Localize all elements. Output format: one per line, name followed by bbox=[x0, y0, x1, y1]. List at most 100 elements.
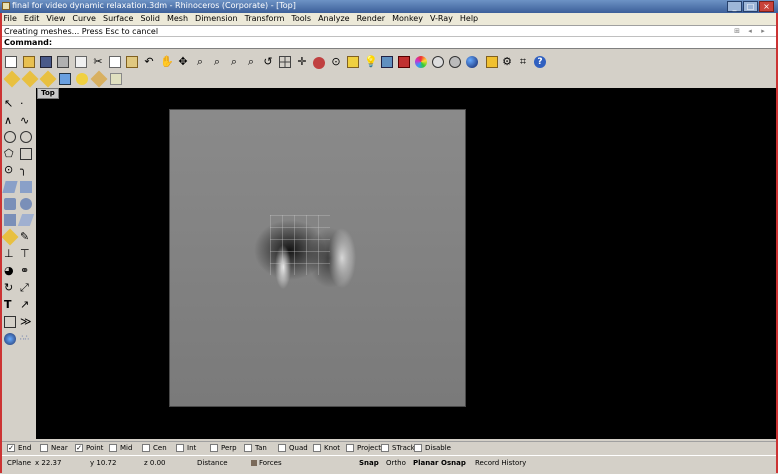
osnap-near-checkbox[interactable] bbox=[40, 444, 48, 452]
box-icon[interactable] bbox=[4, 198, 16, 210]
osnap-knot[interactable]: Knot bbox=[313, 444, 340, 452]
render-globe-icon[interactable] bbox=[4, 333, 16, 345]
point-icon[interactable]: · bbox=[20, 98, 32, 110]
rotate-icon[interactable]: ↻ bbox=[4, 282, 16, 294]
snap-icon[interactable]: ⊙ bbox=[330, 56, 342, 68]
edit-points-icon[interactable]: ✎ bbox=[20, 231, 32, 243]
osnap-mid-checkbox[interactable] bbox=[109, 444, 117, 452]
menu-curve[interactable]: Curve bbox=[69, 13, 100, 25]
zoom-selected-icon[interactable]: ⌕ bbox=[245, 56, 257, 68]
vray-frame-buffer-icon[interactable] bbox=[59, 73, 71, 85]
osnap-knot-checkbox[interactable] bbox=[313, 444, 321, 452]
group-icon[interactable]: ◕ bbox=[4, 265, 16, 277]
osnap-project-checkbox[interactable] bbox=[346, 444, 354, 452]
save-icon[interactable] bbox=[40, 56, 52, 68]
layer-icon[interactable] bbox=[381, 56, 393, 68]
cplane-label[interactable]: CPlane bbox=[7, 459, 31, 467]
menu-solid[interactable]: Solid bbox=[137, 13, 164, 25]
menu-view[interactable]: View bbox=[43, 13, 69, 25]
pin-icon[interactable]: ⊞ bbox=[732, 27, 742, 35]
osnap-mid[interactable]: Mid bbox=[109, 444, 132, 452]
osnap-point-checkbox[interactable]: ✓ bbox=[75, 444, 83, 452]
plugin-gears-icon[interactable]: ⚙ bbox=[501, 56, 513, 68]
boolean-icon[interactable]: ⚭ bbox=[20, 265, 32, 277]
color-wheel-icon[interactable] bbox=[415, 56, 427, 68]
extrude-icon[interactable] bbox=[4, 214, 16, 226]
current-layer[interactable]: Forces bbox=[251, 459, 282, 467]
viewport-title-tab[interactable]: Top bbox=[37, 88, 59, 99]
globe-render-icon[interactable] bbox=[466, 56, 478, 68]
osnap-point[interactable]: ✓ Point bbox=[75, 444, 103, 452]
open-folder-icon[interactable] bbox=[23, 56, 35, 68]
undo-icon[interactable]: ↶ bbox=[143, 56, 155, 68]
osnap-end[interactable]: ✓ End bbox=[7, 444, 31, 452]
offset-icon[interactable]: ⊙ bbox=[4, 164, 16, 176]
export-icon[interactable] bbox=[75, 56, 87, 68]
new-file-icon[interactable] bbox=[5, 56, 17, 68]
scale-icon[interactable]: ⤢ bbox=[20, 282, 32, 294]
cut-icon[interactable]: ✂ bbox=[92, 56, 104, 68]
select-icon[interactable] bbox=[347, 56, 359, 68]
pan-hand-icon[interactable]: ✋ bbox=[160, 56, 174, 68]
chevron-right-icon[interactable]: ▸ bbox=[758, 27, 768, 35]
circle-icon[interactable] bbox=[4, 131, 16, 143]
loft-icon[interactable] bbox=[20, 181, 32, 193]
title-bar[interactable]: final for video dynamic relaxation.3dm -… bbox=[0, 0, 778, 13]
maximize-button[interactable]: □ bbox=[743, 1, 758, 12]
mesh-surface[interactable] bbox=[169, 109, 466, 407]
plane-icon[interactable] bbox=[17, 214, 35, 226]
osnap-toggle[interactable]: Osnap bbox=[441, 459, 466, 467]
minimize-button[interactable]: _ bbox=[727, 1, 742, 12]
osnap-quad[interactable]: Quad bbox=[278, 444, 308, 452]
osnap-end-checkbox[interactable]: ✓ bbox=[7, 444, 15, 452]
osnap-tan-checkbox[interactable] bbox=[244, 444, 252, 452]
menu-render[interactable]: Render bbox=[353, 13, 388, 25]
vray-render-icon[interactable] bbox=[21, 70, 39, 88]
zoom-extents-icon[interactable]: ⌕ bbox=[228, 56, 240, 68]
zoom-icon[interactable]: ⌕ bbox=[194, 56, 206, 68]
text-icon[interactable]: T bbox=[4, 299, 16, 311]
options-icon[interactable] bbox=[486, 56, 498, 68]
osnap-disable[interactable]: Disable bbox=[414, 444, 451, 452]
vray-proxy-icon[interactable] bbox=[110, 73, 122, 85]
split-icon[interactable]: ⊥ bbox=[4, 248, 16, 260]
menu-edit[interactable]: Edit bbox=[20, 13, 43, 25]
arc-icon[interactable] bbox=[20, 131, 32, 143]
mesh-tools-icon[interactable] bbox=[1, 228, 19, 246]
osnap-int-checkbox[interactable] bbox=[176, 444, 184, 452]
command-line[interactable]: Command: bbox=[0, 36, 778, 49]
osnap-cen-checkbox[interactable] bbox=[142, 444, 150, 452]
menu-vray[interactable]: V-Ray bbox=[426, 13, 456, 25]
move-icon[interactable]: ✛ bbox=[296, 56, 308, 68]
rotate-view-icon[interactable]: ✥ bbox=[177, 56, 189, 68]
osnap-cen[interactable]: Cen bbox=[142, 444, 167, 452]
polygon-icon[interactable]: ⬠ bbox=[4, 148, 16, 160]
osnap-near[interactable]: Near bbox=[40, 444, 68, 452]
tool-icon[interactable]: ⌗ bbox=[517, 56, 529, 68]
menu-surface[interactable]: Surface bbox=[99, 13, 136, 25]
osnap-int[interactable]: Int bbox=[176, 444, 196, 452]
vray-material-icon[interactable] bbox=[39, 70, 57, 88]
shaded-car-icon[interactable] bbox=[313, 57, 325, 69]
four-viewports-icon[interactable] bbox=[279, 56, 291, 68]
select-arrow-icon[interactable]: ↖ bbox=[4, 98, 16, 110]
close-button[interactable]: × bbox=[759, 1, 774, 12]
menu-monkey[interactable]: Monkey bbox=[389, 13, 427, 25]
trim-icon[interactable]: ⊤ bbox=[20, 248, 32, 260]
light-bulb-icon[interactable]: 💡 bbox=[364, 56, 378, 68]
menu-mesh[interactable]: Mesh bbox=[163, 13, 191, 25]
vray-light-icon[interactable] bbox=[76, 73, 88, 85]
osnap-strack-checkbox[interactable] bbox=[381, 444, 389, 452]
menu-tools[interactable]: Tools bbox=[288, 13, 315, 25]
chevron-left-icon[interactable]: ◂ bbox=[745, 27, 755, 35]
menu-transform[interactable]: Transform bbox=[241, 13, 288, 25]
vray-options-icon[interactable] bbox=[3, 70, 21, 88]
menu-help[interactable]: Help bbox=[456, 13, 481, 25]
render-sphere-icon[interactable] bbox=[432, 56, 444, 68]
surface-icon[interactable] bbox=[2, 181, 18, 193]
osnap-project[interactable]: Project bbox=[346, 444, 381, 452]
print-icon[interactable] bbox=[57, 56, 69, 68]
zoom-window-icon[interactable]: ⌕ bbox=[211, 56, 223, 68]
dimension-icon[interactable]: ↗ bbox=[20, 299, 32, 311]
menu-file[interactable]: File bbox=[0, 13, 20, 25]
